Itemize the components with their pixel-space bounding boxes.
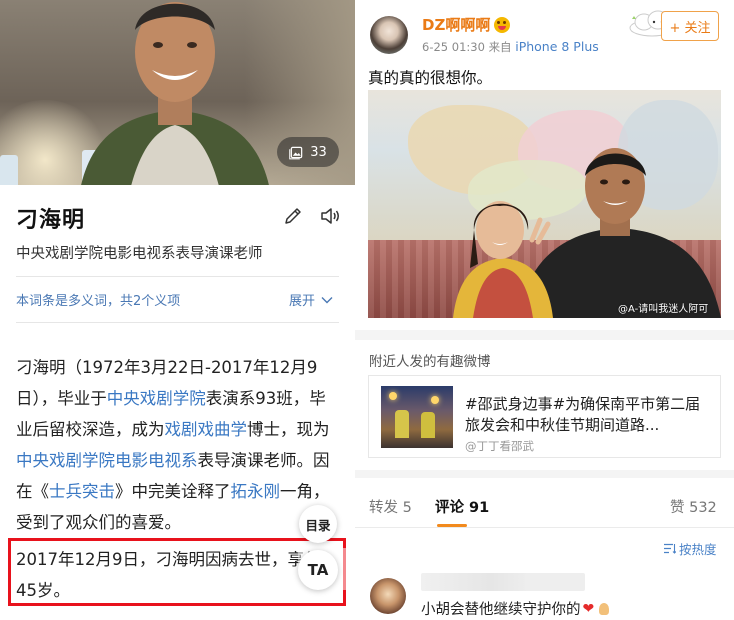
post-meta: 6-25 01:30 来自 iPhone 8 Plus [422, 39, 599, 55]
smile-emoji-icon [494, 16, 511, 33]
follow-button[interactable]: + 关注 [661, 11, 719, 41]
comment-text: 小胡会替他继续守护你的 ❤ [421, 598, 612, 619]
gallery-icon [289, 146, 303, 159]
username[interactable]: DZ啊啊啊 [422, 14, 511, 35]
post-image[interactable]: @A-请叫我迷人阿可 [368, 90, 721, 318]
nearby-section-title: 附近人发的有趣微博 [369, 354, 491, 370]
divider [16, 322, 339, 323]
avatar[interactable] [370, 16, 408, 54]
divider [355, 527, 734, 528]
expand-label: 展开 [289, 294, 316, 309]
street-light [389, 392, 397, 400]
bottle [0, 155, 18, 185]
recommended-post-card[interactable]: #邵武身边事#为确保南平市第二届旅发会和中秋佳节期间道路... @丁丁看邵武 [368, 375, 721, 458]
interaction-tabs: 转发 5 评论 91 赞 532 [355, 478, 734, 528]
link-film-tv-department[interactable]: 中央戏剧学院电影电视系 [16, 451, 198, 470]
entry-subtitle: 中央戏剧学院电影电视系表导演课老师 [16, 246, 263, 262]
baike-panel: 33 刁海明 中央戏剧学院电影电视系表导演课老师 本词条是多义词，共2个义项 展… [0, 0, 355, 620]
divider [16, 276, 339, 277]
officer-figure [421, 412, 435, 438]
intro-paragraph: 刁海明（1972年3月22日-2017年12月9日），毕业于中央戏剧学院表演系9… [16, 352, 338, 538]
street-light [431, 396, 439, 404]
sort-label: 按热度 [679, 542, 717, 557]
link-drama-studies[interactable]: 戏剧戏曲学 [165, 420, 248, 439]
polysemy-note[interactable]: 本词条是多义词，共2个义项 [16, 290, 180, 309]
expand-button[interactable]: 展开 [289, 290, 333, 309]
recommended-text: #邵武身边事#为确保南平市第二届旅发会和中秋佳节期间道路... [465, 395, 701, 434]
photo-count-value: 33 [310, 144, 327, 160]
tab-repost[interactable]: 转发 5 [369, 496, 412, 517]
entry-title: 刁海明 [16, 208, 86, 233]
commenter-avatar[interactable] [370, 578, 406, 614]
commenter-name-blurred [525, 573, 585, 591]
officer-figure [395, 410, 409, 438]
source-prefix: 来自 [488, 40, 512, 54]
tab-like[interactable]: 赞 532 [670, 496, 717, 517]
girl-figure [453, 201, 553, 318]
chevron-down-icon [321, 296, 333, 303]
title-row: 刁海明 [16, 200, 346, 236]
toc-button[interactable]: 目录 [299, 505, 337, 543]
section-separator [355, 330, 734, 340]
comment-text-content: 小胡会替他继续守护你的 [421, 602, 581, 618]
sort-icon [664, 543, 676, 554]
hero-photo[interactable]: 33 [0, 0, 355, 185]
link-central-academy[interactable]: 中央戏剧学院 [107, 389, 206, 408]
link-tuo-yonggang[interactable]: 拓永刚 [231, 482, 281, 501]
recommended-source[interactable]: @丁丁看邵武 [465, 438, 534, 454]
source-device[interactable]: iPhone 8 Plus [515, 39, 599, 54]
sort-button[interactable]: 按热度 [664, 539, 717, 558]
paragraph-text: 》中完美诠释了 [115, 482, 231, 501]
post-time: 6-25 01:30 [422, 40, 485, 54]
section-separator [355, 470, 734, 478]
paragraph-text: 博士，现为 [247, 420, 330, 439]
username-text: DZ啊啊啊 [422, 16, 491, 34]
speaker-icon[interactable] [319, 205, 341, 227]
photo-count-badge[interactable]: 33 [277, 137, 339, 167]
edit-icon[interactable] [283, 206, 303, 226]
tab-comment[interactable]: 评论 91 [435, 496, 489, 517]
weibo-panel: DZ啊啊啊 6-25 01:30 来自 iPhone 8 Plus + 关注 真… [355, 0, 734, 620]
heart-icon: ❤ [582, 600, 595, 617]
image-watermark: @A-请叫我迷人阿可 [618, 304, 709, 315]
post-text: 真的真的很想你。 [368, 69, 493, 87]
link-soldiers-sortie[interactable]: 士兵突击 [49, 482, 115, 501]
recommended-thumbnail [381, 386, 453, 448]
highlight-box [8, 538, 346, 606]
ta-button[interactable]: TA [298, 550, 338, 590]
pray-hands-icon [596, 602, 612, 616]
person-portrait [81, 2, 269, 185]
